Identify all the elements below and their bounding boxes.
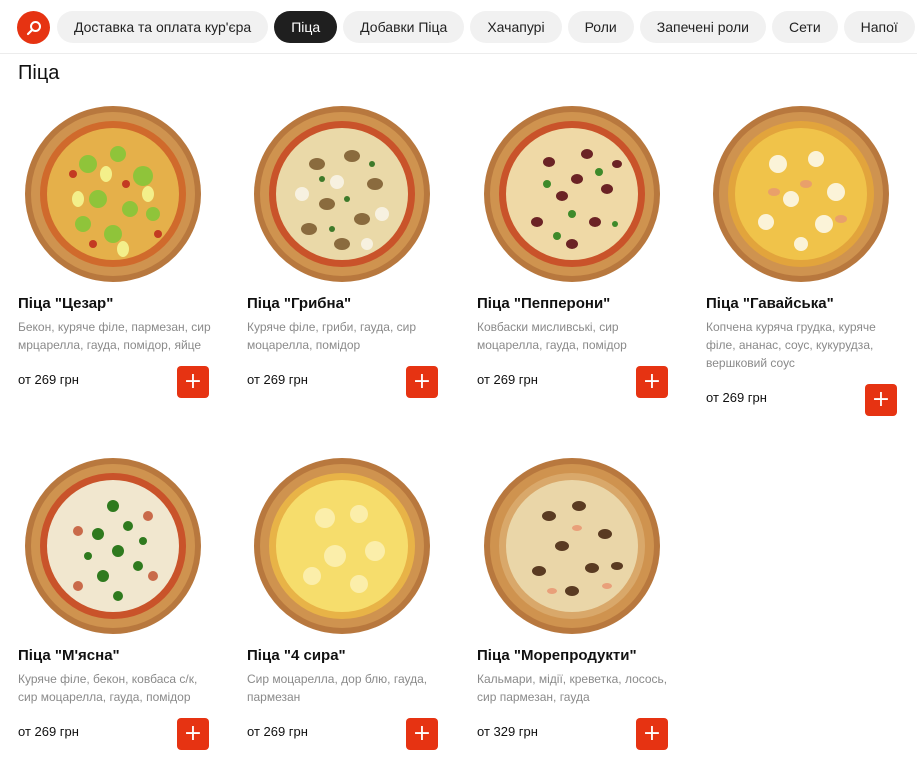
add-to-cart-button[interactable]: + <box>636 366 668 398</box>
pizza-image[interactable] <box>706 104 906 284</box>
product-description: Ковбаски мисливські, сир моцарелла, гауд… <box>477 320 627 352</box>
plus-icon: + <box>183 369 203 394</box>
product-card-seafood: Піца "Морепродукти" Кальмари, мідії, кре… <box>477 456 677 756</box>
plus-icon: + <box>871 387 891 412</box>
pizza-image[interactable] <box>18 104 218 284</box>
product-card-four-cheese: Піца "4 сира" Сир моцарелла, дор блю, га… <box>247 456 447 756</box>
product-price: от 329 грн <box>477 724 538 739</box>
product-name[interactable]: Піца "Гавайська" <box>706 295 834 312</box>
plus-icon: + <box>412 369 432 394</box>
plus-icon: + <box>412 721 432 746</box>
pizza-image[interactable] <box>247 456 447 636</box>
add-to-cart-button[interactable]: + <box>406 718 438 750</box>
product-name[interactable]: Піца "Цезар" <box>18 295 113 312</box>
product-price: от 269 грн <box>706 390 767 405</box>
plus-icon: + <box>642 721 662 746</box>
tab-rolls[interactable]: Роли <box>567 11 634 43</box>
tab-baked-rolls[interactable]: Запечені роли <box>639 11 766 43</box>
product-description: Копчена куряча грудка, куряче філе, анан… <box>706 320 876 370</box>
tab-delivery[interactable]: Доставка та оплата кур'єра <box>57 11 269 43</box>
search-button[interactable] <box>17 11 50 44</box>
product-card-mushroom: Піца "Грибна" Куряче філе, гриби, гауда,… <box>247 104 447 404</box>
product-card-pepperoni: Піца "Пепперони" Ковбаски мисливські, си… <box>477 104 677 404</box>
tab-sets[interactable]: Сети <box>771 11 838 43</box>
product-price: от 269 грн <box>477 372 538 387</box>
category-tabs: Доставка та оплата кур'єра Піца Добавки … <box>57 11 915 43</box>
product-name[interactable]: Піца "Пепперони" <box>477 295 610 312</box>
product-price: от 269 грн <box>247 724 308 739</box>
pizza-image[interactable] <box>477 104 677 284</box>
category-nav: Доставка та оплата кур'єра Піца Добавки … <box>0 0 917 54</box>
search-icon <box>26 20 41 35</box>
pizza-image[interactable] <box>247 104 447 284</box>
pizza-image[interactable] <box>18 456 218 636</box>
plus-icon: + <box>642 369 662 394</box>
product-price: от 269 грн <box>18 372 79 387</box>
add-to-cart-button[interactable]: + <box>177 366 209 398</box>
product-card-caesar: Піца "Цезар" Бекон, куряче філе, пармеза… <box>18 104 218 404</box>
tab-pizza[interactable]: Піца <box>274 11 338 43</box>
add-to-cart-button[interactable]: + <box>636 718 668 750</box>
add-to-cart-button[interactable]: + <box>406 366 438 398</box>
product-description: Сир моцарелла, дор блю, гауда, пармезан <box>247 672 428 704</box>
section-title: Піца <box>18 62 60 84</box>
tab-khachapuri[interactable]: Хачапурі <box>470 11 562 43</box>
product-name[interactable]: Піца "М'ясна" <box>18 647 120 664</box>
product-name[interactable]: Піца "Грибна" <box>247 295 351 312</box>
product-description: Кальмари, мідії, креветка, лосось, сир п… <box>477 672 668 704</box>
product-description: Куряче філе, бекон, ковбаса с/к, сир моц… <box>18 672 198 704</box>
product-card-hawaiian: Піца "Гавайська" Копчена куряча грудка, … <box>706 104 906 422</box>
product-card-meat: Піца "М'ясна" Куряче філе, бекон, ковбас… <box>18 456 218 756</box>
product-name[interactable]: Піца "Морепродукти" <box>477 647 637 664</box>
product-price: от 269 грн <box>247 372 308 387</box>
product-description: Куряче філе, гриби, гауда, сир моцарелла… <box>247 320 417 352</box>
tab-pizza-addons[interactable]: Добавки Піца <box>343 11 465 43</box>
pizza-image[interactable] <box>477 456 677 636</box>
product-description: Бекон, куряче філе, пармезан, сир мрцаре… <box>18 320 211 352</box>
add-to-cart-button[interactable]: + <box>865 384 897 416</box>
tab-drinks[interactable]: Напої <box>843 11 915 43</box>
add-to-cart-button[interactable]: + <box>177 718 209 750</box>
product-price: от 269 грн <box>18 724 79 739</box>
product-name[interactable]: Піца "4 сира" <box>247 647 346 664</box>
plus-icon: + <box>183 721 203 746</box>
